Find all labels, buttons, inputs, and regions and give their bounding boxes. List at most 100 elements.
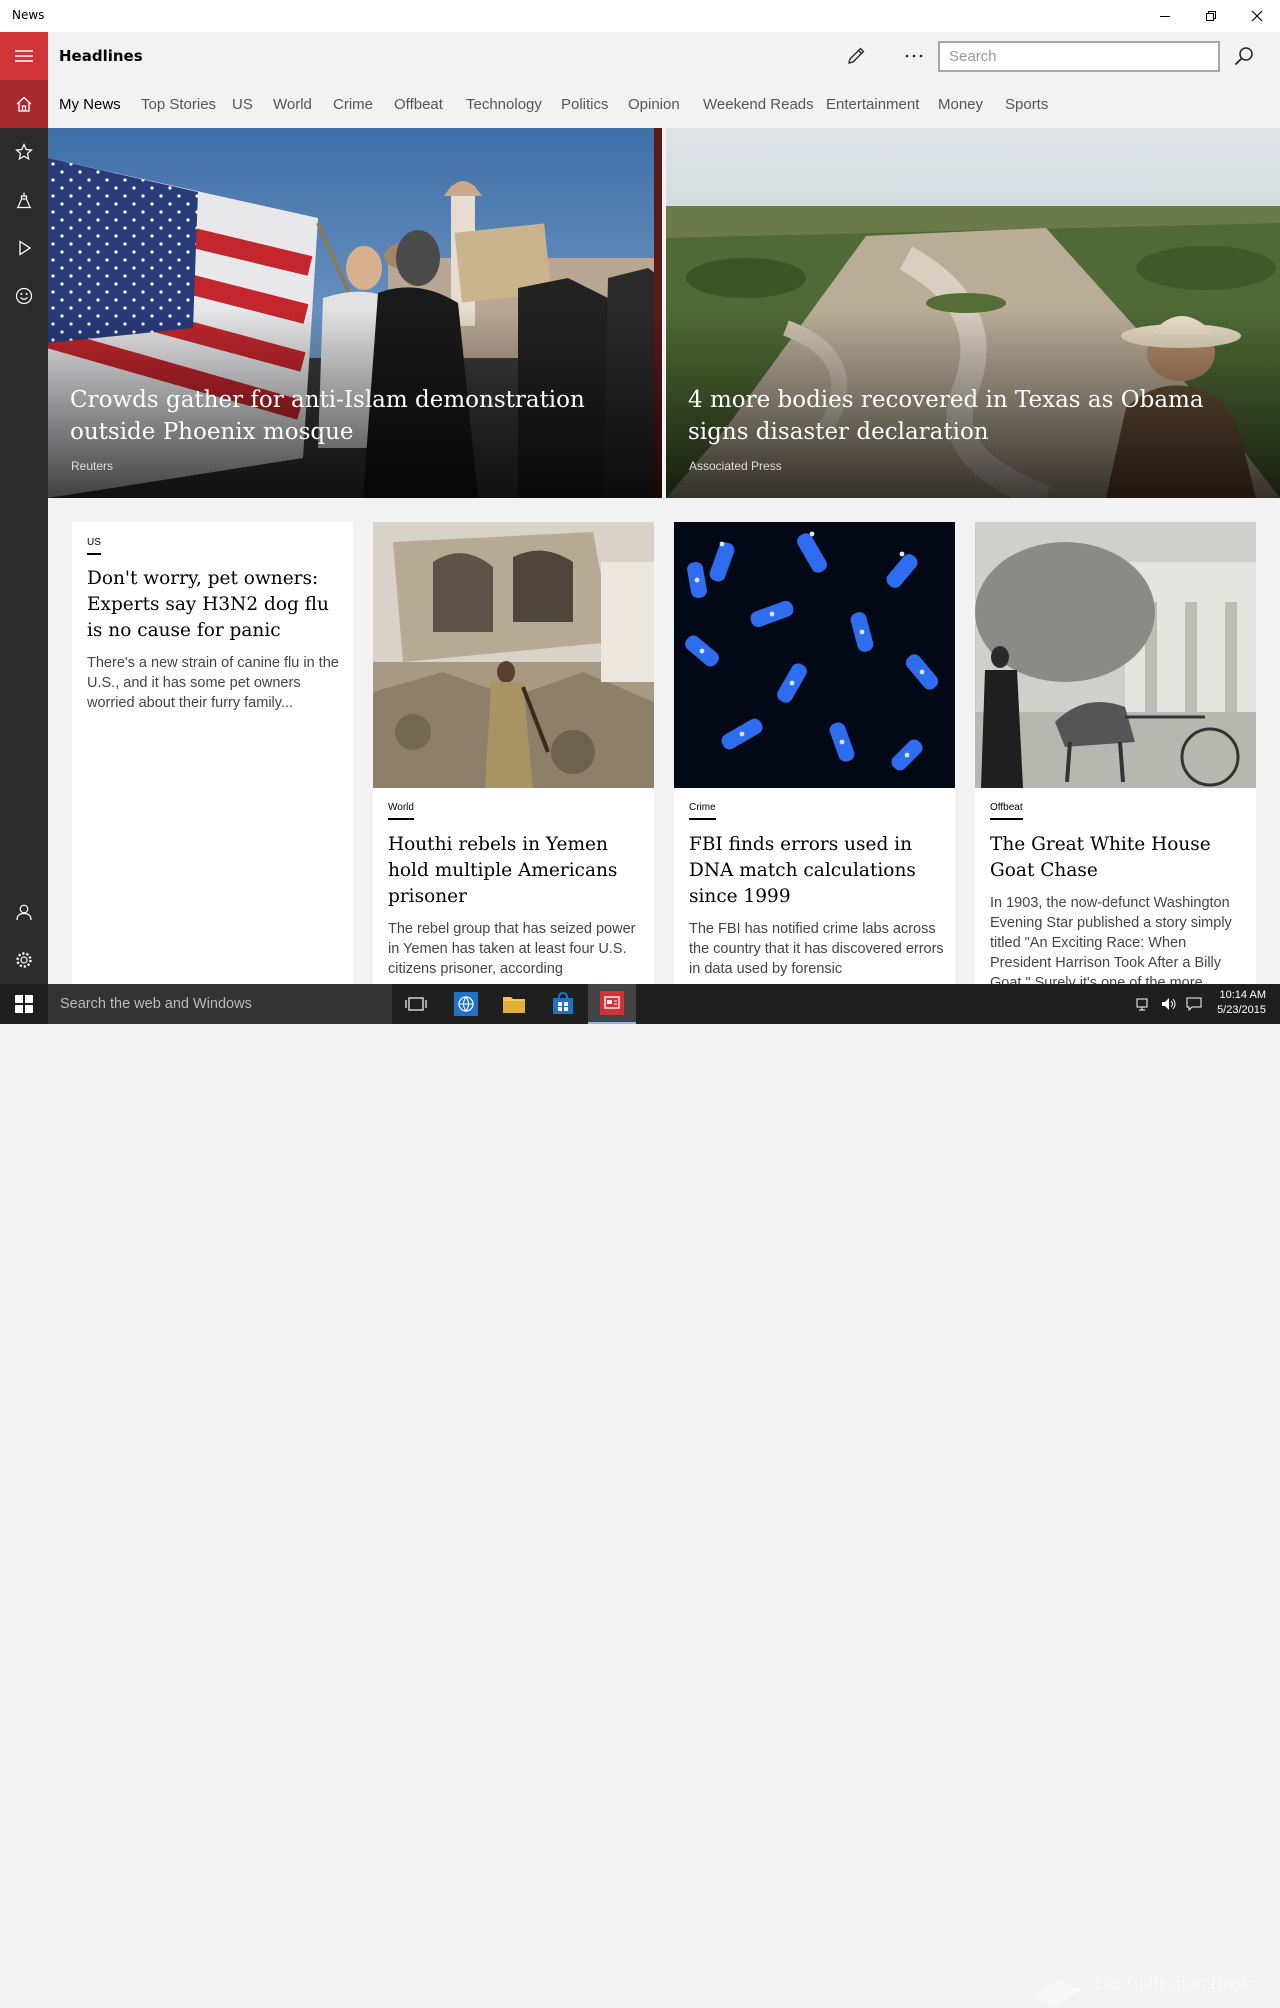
tab-politics[interactable]: Politics <box>561 96 609 113</box>
tab-entertainment[interactable]: Entertainment <box>826 96 919 113</box>
close-icon <box>1251 10 1263 22</box>
title-bar: News <box>0 0 1280 32</box>
tab-sports[interactable]: Sports <box>1005 96 1048 113</box>
tab-world[interactable]: World <box>273 96 312 113</box>
task-view-icon <box>405 997 427 1011</box>
taskbar-clock[interactable]: 10:14 AM 5/23/2015 <box>1217 988 1266 1018</box>
card-category: Crime <box>689 802 716 820</box>
search-button[interactable] <box>1228 40 1260 72</box>
card-image <box>975 522 1256 788</box>
story-card[interactable]: US Don't worry, pet owners: Experts say … <box>72 522 353 984</box>
action-center-button[interactable] <box>1182 984 1206 1024</box>
search-icon <box>1234 47 1253 66</box>
book-logo-icon <box>1036 1980 1082 2006</box>
hero-story-phoenix[interactable]: Crowds gather for anti-Islam demonstrati… <box>48 128 662 498</box>
restore-button[interactable] <box>1188 0 1234 32</box>
smiley-icon <box>15 287 33 305</box>
category-tabs: My News Top Stories US World Crime Offbe… <box>48 80 1280 128</box>
story-card[interactable]: Offbeat The Great White House Goat Chase… <box>975 522 1256 984</box>
card-title[interactable]: Don't worry, pet owners: Experts say H3N… <box>87 566 342 644</box>
search-input[interactable] <box>938 41 1220 72</box>
app-title: News <box>12 8 45 22</box>
edit-button[interactable] <box>840 40 872 72</box>
tab-money[interactable]: Money <box>938 96 983 113</box>
hamburger-menu-button[interactable] <box>0 32 48 80</box>
news-app-icon <box>600 991 624 1015</box>
story-card[interactable]: World Houthi rebels in Yemen hold multip… <box>373 522 654 984</box>
nav-video[interactable] <box>0 224 48 272</box>
more-icon <box>905 54 923 58</box>
tab-crime[interactable]: Crime <box>333 96 373 113</box>
tab-weekend-reads[interactable]: Weekend Reads <box>703 96 814 113</box>
card-category: Offbeat <box>990 802 1023 820</box>
volume-icon <box>1162 998 1176 1010</box>
card-category: US <box>87 537 101 555</box>
home-icon <box>16 96 32 112</box>
file-explorer-taskbar-app[interactable] <box>490 984 538 1024</box>
tab-my-news[interactable]: My News <box>59 96 121 113</box>
hero-headline[interactable]: 4 more bodies recovered in Texas as Obam… <box>688 384 1248 448</box>
card-title[interactable]: FBI finds errors used in DNA match calcu… <box>689 832 944 910</box>
close-button[interactable] <box>1234 0 1280 32</box>
nav-local[interactable] <box>0 176 48 224</box>
card-image <box>373 522 654 788</box>
tab-us[interactable]: US <box>232 96 253 113</box>
browser-taskbar-app[interactable] <box>442 984 490 1024</box>
tab-technology[interactable]: Technology <box>466 96 542 113</box>
nav-interests[interactable] <box>0 128 48 176</box>
taskbar-search-placeholder: Search the web and Windows <box>60 996 252 1012</box>
card-image <box>674 522 955 788</box>
account-icon <box>16 904 32 921</box>
minimize-icon <box>1160 16 1170 17</box>
command-bar: Headlines <box>48 32 1280 80</box>
tab-offbeat[interactable]: Offbeat <box>394 96 443 113</box>
page-title: Headlines <box>59 47 143 65</box>
pencil-icon <box>848 47 865 64</box>
taskbar-search-box[interactable]: Search the web and Windows <box>48 984 392 1024</box>
nav-account[interactable] <box>0 888 48 936</box>
start-button[interactable] <box>0 984 48 1024</box>
card-title[interactable]: The Great White House Goat Chase <box>990 832 1245 884</box>
volume-tray-button[interactable] <box>1157 984 1181 1024</box>
tab-top-stories[interactable]: Top Stories <box>141 96 216 113</box>
taskbar: Search the web and Windows The Collectio… <box>0 984 1280 2006</box>
card-description: There's a new strain of canine flu in th… <box>87 655 339 711</box>
store-taskbar-app[interactable] <box>539 984 587 1024</box>
network-tray-button[interactable] <box>1132 984 1156 1024</box>
task-view-button[interactable] <box>392 984 440 1024</box>
more-options-button[interactable] <box>898 40 930 72</box>
folder-icon <box>503 997 525 1013</box>
card-title[interactable]: Houthi rebels in Yemen hold multiple Ame… <box>388 832 643 910</box>
story-card[interactable]: Crime FBI finds errors used in DNA match… <box>674 522 955 984</box>
globe-icon <box>454 992 478 1016</box>
nav-settings[interactable] <box>0 936 48 984</box>
news-taskbar-app[interactable] <box>588 984 636 1024</box>
settings-icon <box>16 952 32 968</box>
card-description: The rebel group that has seized power in… <box>388 921 636 977</box>
video-icon <box>19 240 32 256</box>
menu-icon <box>15 50 33 62</box>
tab-opinion[interactable]: Opinion <box>628 96 680 113</box>
nav-home[interactable] <box>0 80 48 128</box>
watermark: The Collection Book <box>1030 1968 1270 2008</box>
hero-source: Reuters <box>71 459 114 473</box>
nav-rail <box>0 32 48 984</box>
hero-source: Associated Press <box>689 459 782 473</box>
star-icon <box>15 143 33 161</box>
network-icon <box>1136 998 1148 1011</box>
local-icon <box>17 192 31 209</box>
clock-time: 10:14 AM <box>1219 989 1266 1001</box>
hero-headline[interactable]: Crowds gather for anti-Islam demonstrati… <box>70 384 630 448</box>
vintage-goat-photo <box>975 522 1256 788</box>
watermark-text: The Collection Book <box>1092 1973 1252 1994</box>
card-description: The FBI has notified crime labs across t… <box>689 921 944 977</box>
rubble-photo <box>373 522 654 788</box>
hero-story-texas[interactable]: 4 more bodies recovered in Texas as Obam… <box>666 128 1280 498</box>
nav-feedback[interactable] <box>0 272 48 320</box>
card-category: World <box>388 802 414 820</box>
chromosome-photo <box>674 522 955 788</box>
minimize-button[interactable] <box>1142 0 1188 32</box>
store-icon <box>553 992 573 1014</box>
card-description: In 1903, the now-defunct Washington Even… <box>990 895 1232 984</box>
message-icon <box>1186 997 1202 1011</box>
